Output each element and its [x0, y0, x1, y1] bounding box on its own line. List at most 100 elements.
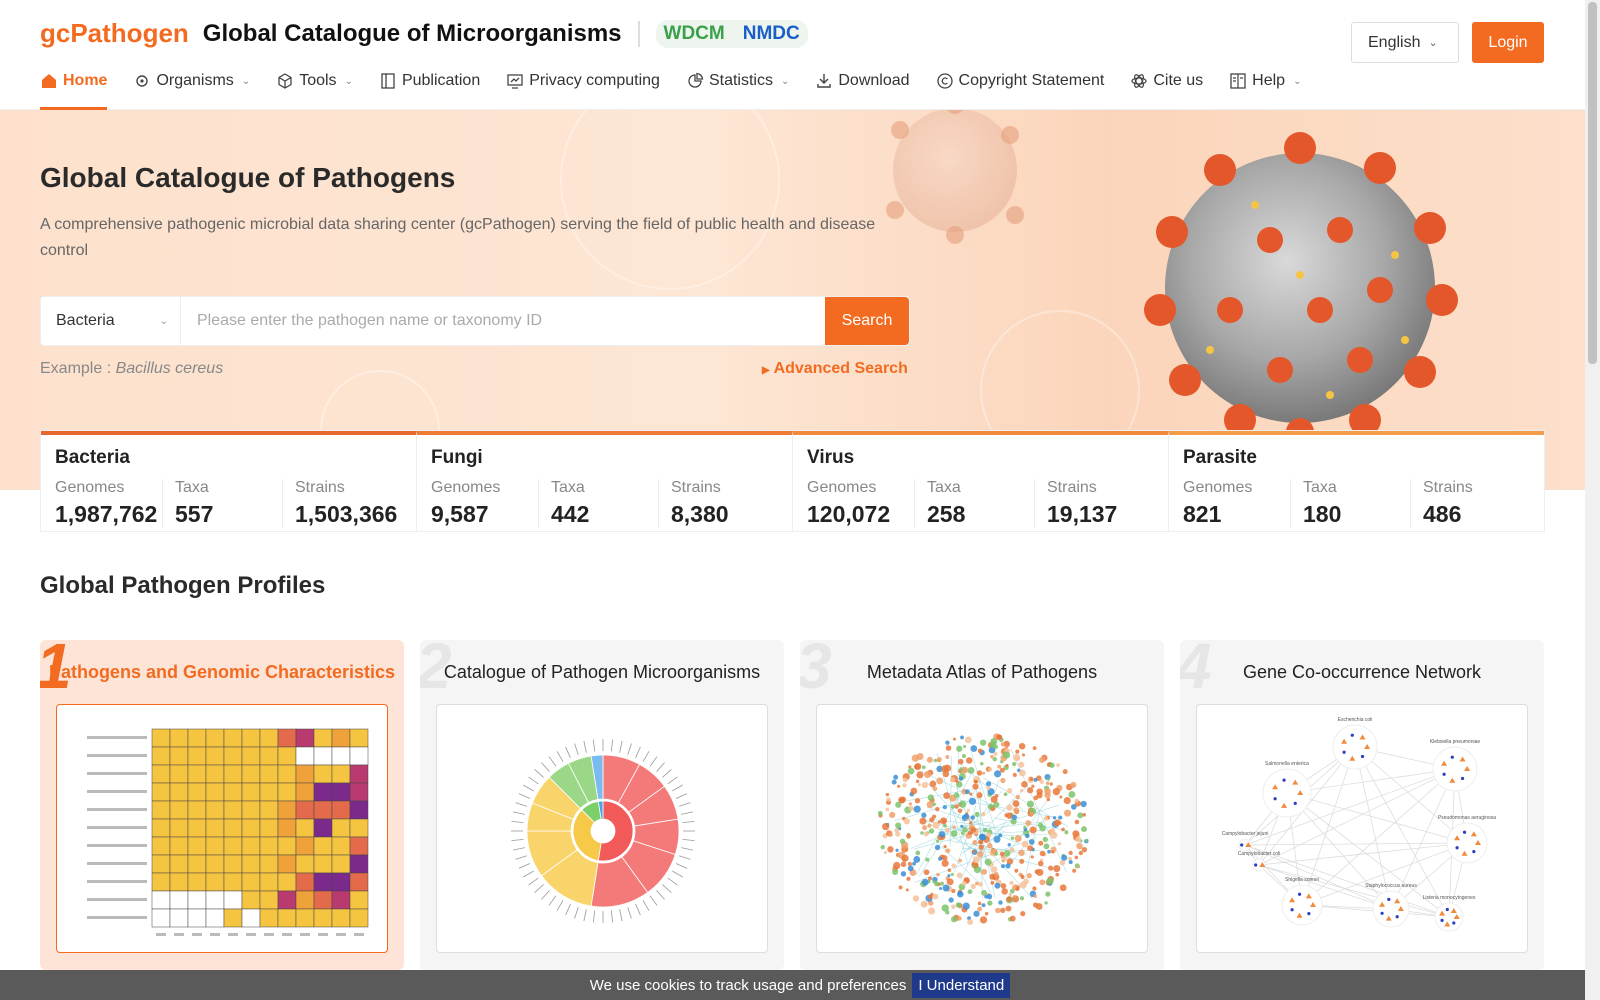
heatmap-thumbnail[interactable]	[56, 704, 388, 953]
atlas-node	[986, 843, 993, 849]
atlas-node	[1080, 800, 1087, 808]
nav-help[interactable]: Help ⌄	[1229, 68, 1301, 110]
atlas-node	[950, 916, 958, 923]
atlas-node	[1068, 850, 1073, 855]
profile-title: Catalogue of Pathogen Microorganisms	[443, 662, 761, 682]
advanced-search-label: Advanced Search	[773, 360, 908, 377]
heatmap-cell	[169, 782, 189, 802]
atlas-node	[951, 863, 957, 868]
nav-publication[interactable]: Publication	[379, 68, 480, 110]
atlas-node	[898, 885, 903, 890]
cookie-accept-button[interactable]: I Understand	[912, 972, 1011, 998]
heatmap-col-label	[336, 933, 346, 936]
nav-download[interactable]: Download	[815, 68, 910, 110]
heatmap-row-label	[87, 880, 147, 883]
heatmap-cell	[331, 728, 351, 748]
atlas-node	[1020, 788, 1024, 793]
page-scrollbar[interactable]	[1585, 0, 1600, 1000]
atlas-node	[961, 766, 969, 774]
stat-value: 180	[1303, 501, 1342, 527]
atlas-node	[1064, 809, 1072, 817]
atlas-node	[1036, 788, 1043, 796]
atlas-node	[997, 734, 1003, 740]
advanced-search-link[interactable]: ▶ Advanced Search	[762, 360, 908, 378]
stat-label: Genomes	[431, 479, 501, 496]
heatmap-cell	[223, 746, 243, 766]
atlas-node	[1077, 812, 1084, 819]
sunburst-thumbnail[interactable]	[436, 704, 768, 953]
nav-cite-us[interactable]: Cite us	[1130, 68, 1203, 110]
sunburst-label-tick	[667, 877, 678, 886]
atlas-node	[895, 848, 899, 852]
network-marker	[1360, 754, 1365, 759]
profile-card-network[interactable]: 4 Gene Co-occurrence Network Escherichia…	[1180, 640, 1544, 970]
atlas-node	[1072, 868, 1077, 873]
login-button[interactable]: Login	[1472, 22, 1544, 63]
stat-card-bacteria[interactable]: Bacteria Genomes 1,987,762 Taxa 557 Strain…	[41, 431, 417, 531]
search-type-select[interactable]: Bacteria ⌄	[41, 297, 181, 345]
atlas-node	[921, 782, 928, 789]
atlas-thumbnail[interactable]	[816, 704, 1148, 953]
atlas-node	[1009, 880, 1014, 885]
nav-home[interactable]: Home	[40, 68, 108, 110]
nmdc-link[interactable]: NMDC	[743, 23, 800, 45]
profile-card-genomic[interactable]: 1 Pathogens and Genomic Characteristics	[40, 640, 404, 970]
atlas-node	[960, 824, 964, 828]
sunburst-label-tick	[574, 743, 579, 756]
atlas-node	[1081, 826, 1087, 833]
atlas-node	[940, 817, 948, 825]
atlas-node	[973, 910, 980, 917]
nav-tools[interactable]: Tools ⌄	[276, 68, 353, 110]
profile-card-catalogue[interactable]: 2 Catalogue of Pathogen Microorganisms	[420, 640, 784, 970]
example-value[interactable]: Bacillus cereus	[116, 360, 224, 377]
heatmap-cell	[169, 908, 189, 928]
atlas-node	[926, 756, 933, 763]
atlas-node	[1012, 761, 1017, 767]
wdcm-link[interactable]: WDCM	[664, 23, 725, 45]
profile-card-metadata[interactable]: 3 Metadata Atlas of Pathogens	[800, 640, 1164, 970]
atlas-node	[1013, 807, 1020, 814]
heatmap-cell	[151, 764, 171, 784]
stat-card-fungi[interactable]: Fungi Genomes 9,587 Taxa 442 Strains 8,380	[417, 431, 793, 531]
atlas-node	[1052, 787, 1061, 796]
sunburst-label-tick	[662, 769, 672, 778]
search-input[interactable]	[181, 297, 825, 345]
site-logo[interactable]: gcPathogen	[40, 18, 189, 49]
stat-card-virus[interactable]: Virus Genomes 120,072 Taxa 258 Strains 19,1…	[793, 431, 1169, 531]
chevron-down-icon: ⌄	[344, 76, 353, 87]
network-thumbnail[interactable]: Escherichia coli Klebsiella pneumoniae Sal…	[1196, 704, 1528, 953]
atlas-node	[889, 811, 896, 818]
sunburst-label-tick	[583, 909, 587, 922]
atlas-node	[900, 861, 907, 868]
heatmap-cell	[295, 854, 315, 874]
atlas-node	[1039, 779, 1044, 784]
network-marker	[1293, 801, 1297, 805]
sunburst-label-tick	[672, 784, 683, 792]
atlas-node	[976, 792, 983, 799]
heatmap-cell	[331, 818, 351, 838]
scrollbar-thumb[interactable]	[1588, 2, 1597, 364]
heatmap-cell	[277, 764, 297, 784]
atlas-node	[1054, 819, 1061, 826]
stat-card-parasite[interactable]: Parasite Genomes 821 Taxa 180 Strains 486	[1169, 431, 1544, 531]
heatmap-cell	[187, 818, 207, 838]
atlas-node	[1068, 860, 1073, 865]
atlas-node	[1011, 814, 1018, 820]
nav-copyright[interactable]: Copyright Statement	[936, 68, 1104, 110]
search-button[interactable]: Search	[825, 297, 909, 345]
nav-privacy-computing[interactable]: Privacy computing	[506, 68, 660, 110]
sunburst-label-tick	[610, 739, 614, 752]
atlas-node	[916, 771, 924, 779]
atlas-node	[893, 774, 899, 780]
atlas-node	[1003, 850, 1011, 857]
nav-organisms[interactable]: Organisms ⌄	[133, 68, 250, 110]
language-select[interactable]: English ⌄	[1351, 22, 1459, 63]
heatmap-cell	[259, 782, 279, 802]
atlas-node	[970, 883, 976, 890]
atlas-node	[964, 789, 970, 795]
heatmap-cell	[187, 782, 207, 802]
nav-statistics[interactable]: Statistics ⌄	[686, 68, 789, 110]
heatmap-cell	[241, 764, 261, 784]
atlas-node	[962, 902, 970, 910]
caret-right-icon: ▶	[762, 365, 770, 376]
